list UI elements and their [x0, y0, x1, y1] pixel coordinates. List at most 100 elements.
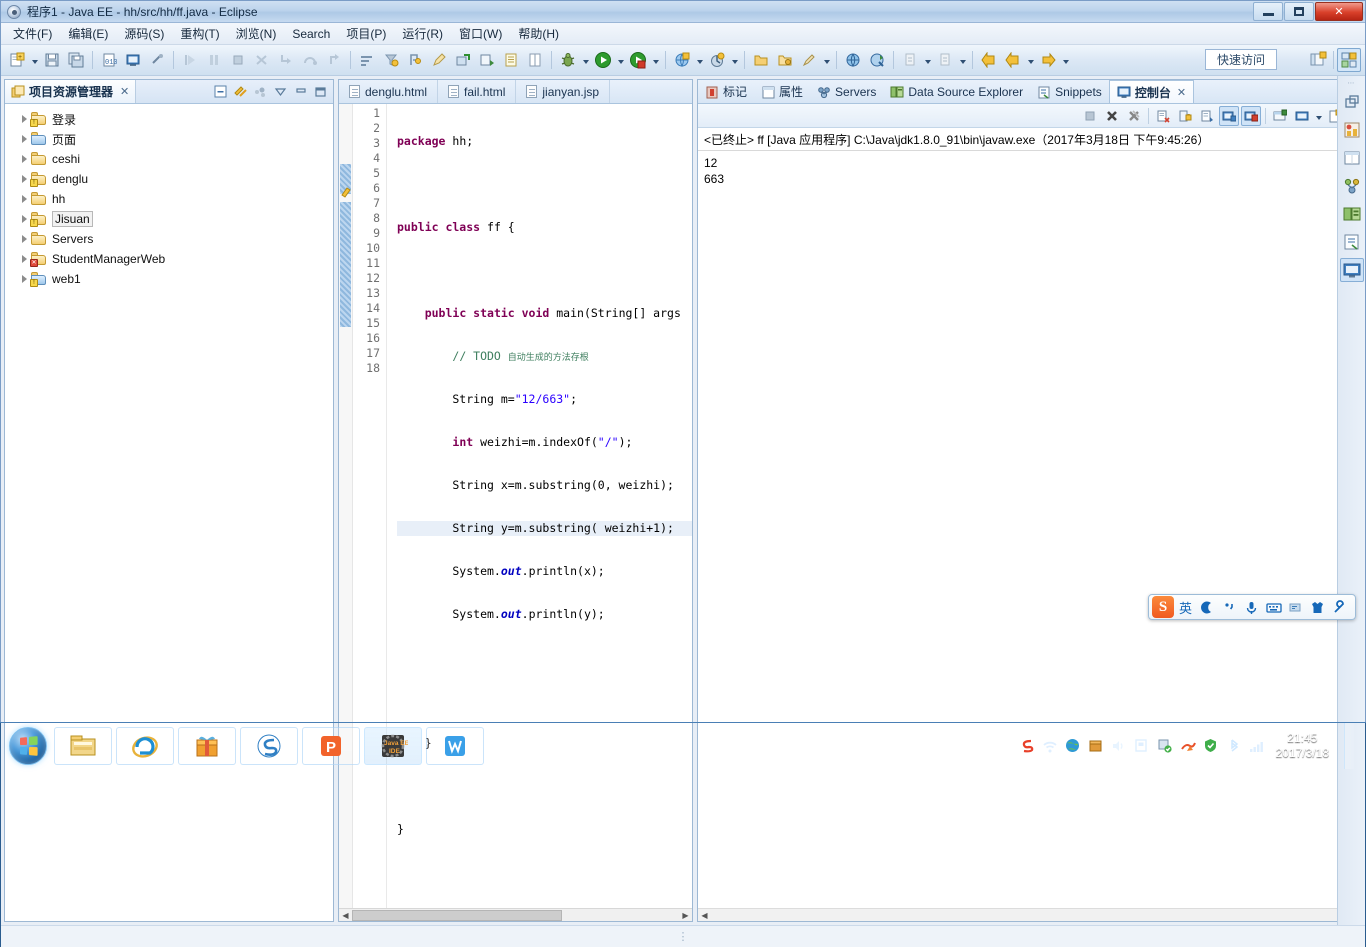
brush-dropdown-icon[interactable] — [821, 49, 832, 71]
tab-servers[interactable]: Servers — [810, 80, 883, 103]
menu-help[interactable]: 帮助(H) — [510, 23, 567, 44]
scroll-lock-icon[interactable] — [1175, 106, 1195, 126]
taskbar-internet-explorer[interactable] — [116, 727, 174, 765]
menu-file[interactable]: 文件(F) — [5, 23, 60, 44]
forward-icon[interactable] — [1037, 49, 1059, 71]
open-task-icon[interactable] — [380, 49, 402, 71]
bluetooth-icon[interactable] — [1226, 738, 1242, 754]
start-button[interactable] — [4, 725, 52, 767]
box-icon[interactable] — [1088, 738, 1104, 754]
wifi-icon[interactable] — [1042, 738, 1058, 754]
run-external-icon[interactable] — [476, 49, 498, 71]
quick-access-input[interactable]: 快速访问 — [1205, 49, 1277, 70]
console-view-icon[interactable] — [122, 49, 144, 71]
tree-item-studentmanagerweb[interactable]: ✕ StudentManagerWeb — [5, 249, 333, 269]
debug-resume-icon[interactable] — [179, 49, 201, 71]
editor-horizontal-scrollbar[interactable]: ◀ ▶ — [339, 908, 692, 921]
view-menu-more-icon[interactable] — [251, 83, 269, 101]
menu-run[interactable]: 运行(R) — [394, 23, 451, 44]
step-over-icon[interactable] — [299, 49, 321, 71]
taskbar-sogou-browser[interactable] — [240, 727, 298, 765]
previous-annotation-dropdown-icon[interactable] — [957, 49, 968, 71]
scroll-track[interactable] — [352, 909, 679, 922]
code-text[interactable]: package hh; public class ff { public sta… — [387, 104, 692, 908]
step-return-icon[interactable] — [323, 49, 345, 71]
taskbar-clock[interactable]: 21:45 2017/3/18 — [1272, 731, 1335, 761]
show-console-on-error-icon[interactable] — [1241, 106, 1261, 126]
step-into-icon[interactable] — [275, 49, 297, 71]
expand-arrow-icon[interactable] — [17, 195, 31, 203]
flag-icon[interactable] — [1134, 738, 1150, 754]
open-package-icon[interactable] — [774, 49, 796, 71]
new-java-class-icon[interactable]: 010 — [98, 49, 120, 71]
console-fastview-icon[interactable] — [1340, 258, 1364, 282]
taskbar-media-app[interactable] — [178, 727, 236, 765]
signal-icon[interactable] — [1249, 738, 1265, 754]
coverage-icon[interactable] — [627, 49, 649, 71]
maximize-icon[interactable] — [311, 83, 329, 101]
console-output-text[interactable]: 12 663 — [698, 151, 1361, 921]
project-tree[interactable]: ! 登录 页面 ceshi ! denglu — [5, 104, 333, 921]
tab-data-source-explorer[interactable]: Data Source Explorer — [883, 80, 1030, 103]
shield-check-icon[interactable] — [1157, 738, 1173, 754]
profile-icon[interactable] — [706, 49, 728, 71]
save-all-icon[interactable] — [65, 49, 87, 71]
forward-arrow-icon[interactable] — [1002, 49, 1024, 71]
debug-disconnect-icon[interactable] — [251, 49, 273, 71]
save-icon[interactable] — [41, 49, 63, 71]
view-menu-icon[interactable] — [271, 83, 289, 101]
scroll-thumb[interactable] — [352, 910, 562, 921]
table-icon[interactable] — [524, 49, 546, 71]
java-ee-perspective-icon[interactable] — [1337, 48, 1361, 72]
profile-dropdown-icon[interactable] — [729, 49, 740, 71]
display-selected-console-icon[interactable] — [1292, 106, 1312, 126]
tree-item-denglu[interactable]: ! denglu — [5, 169, 333, 189]
markers-fastview-icon[interactable] — [1340, 118, 1364, 142]
drag-handle[interactable]: ⋯ — [1344, 80, 1360, 86]
console-horizontal-scrollbar[interactable]: ◀ ▶ — [698, 908, 1361, 921]
menu-window[interactable]: 窗口(W) — [451, 23, 510, 44]
language-mode-icon[interactable]: 英 — [1175, 596, 1196, 618]
taskbar-eclipse-java-ee[interactable]: Java EEIDE — [364, 727, 422, 765]
speaker-icon[interactable] — [1111, 738, 1127, 754]
properties-fastview-icon[interactable] — [1340, 146, 1364, 170]
soft-keyboard-icon[interactable] — [1263, 596, 1284, 618]
debug-suspend-icon[interactable] — [203, 49, 225, 71]
debug-dropdown-icon[interactable] — [580, 49, 591, 71]
open-type-icon[interactable] — [356, 49, 378, 71]
show-console-on-output-icon[interactable] — [1219, 106, 1239, 126]
tab-snippets[interactable]: Snippets — [1030, 80, 1109, 103]
tab-project-explorer[interactable]: 项目资源管理器 ✕ — [5, 80, 136, 103]
console-tab-close-icon[interactable]: ✕ — [1177, 86, 1186, 99]
new-wizard-dropdown-icon[interactable] — [29, 49, 40, 71]
close-button[interactable]: ✕ — [1315, 2, 1363, 21]
brush-icon[interactable] — [798, 49, 820, 71]
next-annotation-icon[interactable] — [899, 49, 921, 71]
external-tools-icon[interactable] — [452, 49, 474, 71]
menu-source[interactable]: 源码(S) — [116, 23, 172, 44]
open-folder-icon[interactable] — [750, 49, 772, 71]
remove-all-launches-icon[interactable] — [1124, 106, 1144, 126]
tree-item-hh[interactable]: hh — [5, 189, 333, 209]
expand-arrow-icon[interactable] — [17, 215, 31, 223]
tab-markers[interactable]: 标记 — [698, 80, 754, 103]
servers-fastview-icon[interactable] — [1340, 174, 1364, 198]
minimize-button[interactable] — [1253, 2, 1283, 21]
back-dropdown-icon[interactable] — [1025, 49, 1036, 71]
pin-console-icon[interactable] — [1197, 106, 1217, 126]
sogou-ime-toolbar[interactable]: S 英 — [1148, 594, 1356, 620]
expand-arrow-icon[interactable] — [17, 275, 31, 283]
code-editor[interactable]: 1 2 3 4 5 6 7 8 9 10 11 12 13 14 15 16 1 — [339, 104, 692, 908]
sogou-logo-icon[interactable]: S — [1152, 596, 1174, 618]
scroll-left-icon[interactable]: ◀ — [698, 909, 711, 922]
sogou-s-icon[interactable] — [1019, 738, 1035, 754]
tab-properties[interactable]: 属性 — [754, 80, 810, 103]
link-break-icon[interactable] — [146, 49, 168, 71]
menu-project[interactable]: 项目(P) — [338, 23, 394, 44]
next-annotation-dropdown-icon[interactable] — [922, 49, 933, 71]
expand-arrow-icon[interactable] — [17, 115, 31, 123]
tree-item-jisuan[interactable]: ! Jisuan — [5, 209, 333, 229]
skin-icon[interactable] — [1307, 596, 1328, 618]
punctuation-icon[interactable] — [1219, 596, 1240, 618]
editor-tab-denglu-html[interactable]: denglu.html — [339, 80, 438, 103]
